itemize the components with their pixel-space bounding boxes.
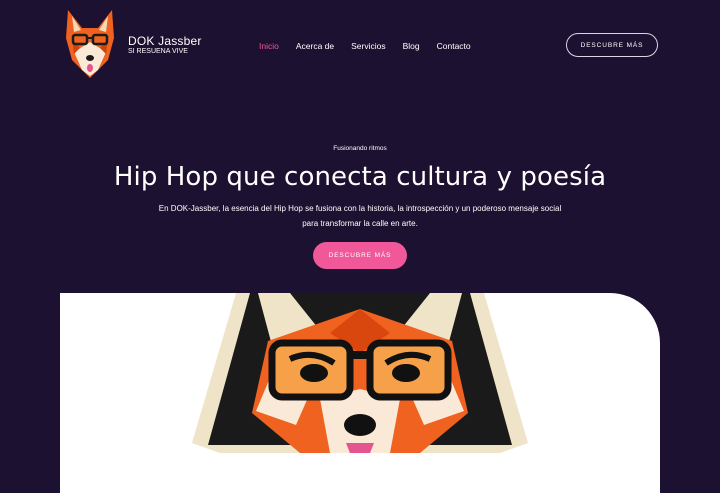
fox-logo-icon[interactable] bbox=[62, 8, 118, 82]
header-discover-button[interactable]: DESCUBRE MÁS bbox=[566, 33, 658, 57]
hero-discover-button[interactable]: DESCUBRE MÁS bbox=[313, 242, 407, 269]
nav-item-inicio[interactable]: Inicio bbox=[259, 41, 279, 51]
main-nav: Inicio Acerca de Servicios Blog Contacto bbox=[259, 41, 488, 51]
nav-item-contacto[interactable]: Contacto bbox=[437, 41, 471, 51]
nav-item-servicios[interactable]: Servicios bbox=[351, 41, 385, 51]
hero-description: En DOK-Jassber, la esencia del Hip Hop s… bbox=[0, 201, 720, 231]
nav-item-blog[interactable]: Blog bbox=[403, 41, 420, 51]
hero-description-line-1: En DOK-Jassber, la esencia del Hip Hop s… bbox=[158, 204, 562, 213]
brand-tagline: SI RESUENA VIVE bbox=[128, 48, 188, 55]
fox-illustration-icon bbox=[192, 293, 528, 453]
hero-eyebrow: Fusionando ritmos bbox=[333, 145, 387, 152]
hero-image-panel bbox=[60, 293, 660, 493]
hero-title: Hip Hop que conecta cultura y poesía bbox=[113, 162, 607, 192]
hero-description-line-2: para transformar la calle en arte. bbox=[302, 219, 418, 228]
nav-item-acerca-de[interactable]: Acerca de bbox=[296, 41, 334, 51]
site-header: DOK Jassber SI RESUENA VIVE Inicio Acerc… bbox=[0, 0, 720, 92]
brand-name[interactable]: DOK Jassber bbox=[128, 34, 202, 48]
